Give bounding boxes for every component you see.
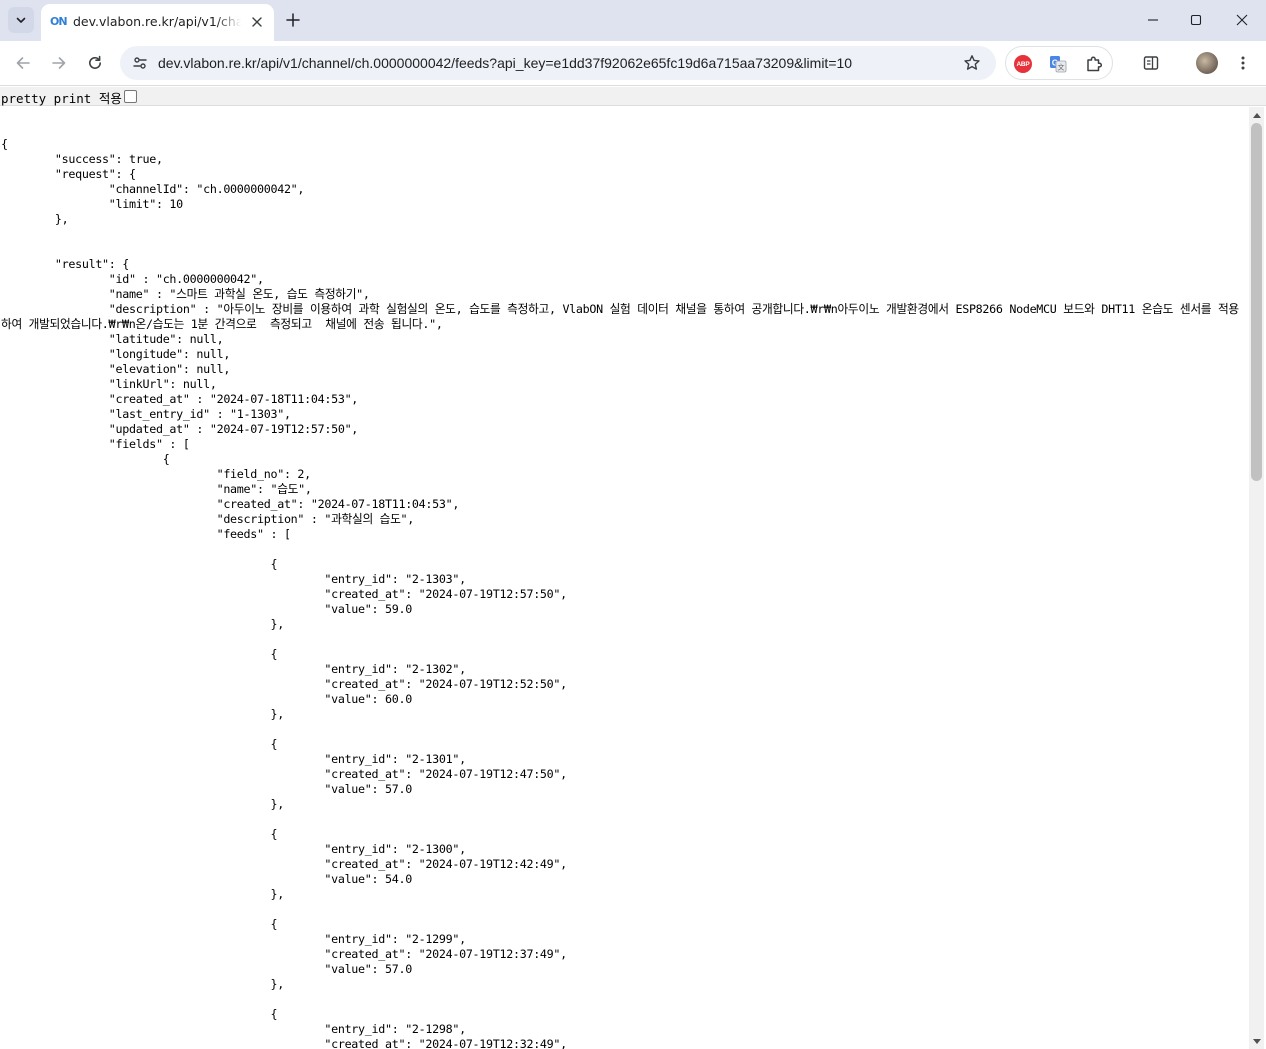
adblock-plus-button[interactable]: ABP — [1013, 54, 1033, 74]
extensions-button[interactable] — [1084, 54, 1104, 74]
close-window-button[interactable] — [1227, 6, 1257, 34]
address-bar[interactable]: dev.vlabon.re.kr/api/v1/channel/ch.00000… — [120, 46, 996, 80]
scrollbar-thumb[interactable] — [1251, 123, 1262, 481]
pretty-print-label: pretty print 적용 — [1, 91, 122, 106]
translate-icon: G文 — [1050, 56, 1067, 73]
reload-icon — [89, 55, 101, 69]
site-info-button[interactable] — [130, 53, 150, 73]
browser-toolbar: dev.vlabon.re.kr/api/v1/channel/ch.00000… — [0, 41, 1266, 86]
reload-button[interactable] — [81, 49, 109, 77]
scroll-down-icon — [1252, 1038, 1261, 1044]
maximize-button[interactable] — [1181, 6, 1211, 34]
site-favicon-icon: ON — [50, 15, 68, 28]
chrome-menu-button[interactable] — [1229, 49, 1257, 77]
adblock-plus-icon: ABP — [1014, 55, 1032, 73]
active-tab[interactable]: ON dev.vlabon.re.kr/api/v1/channel/ch.00… — [41, 4, 274, 41]
json-content: { "success": true, "request": { "channel… — [1, 107, 1247, 1049]
scroll-down-arrow[interactable] — [1249, 1034, 1264, 1049]
pretty-print-bar: pretty print 적용 — [0, 87, 1266, 106]
scroll-up-arrow[interactable] — [1249, 107, 1264, 122]
star-icon — [964, 55, 980, 70]
chevron-down-icon — [15, 11, 27, 30]
close-window-icon — [1236, 14, 1248, 26]
scroll-up-icon — [1252, 112, 1261, 118]
minimize-icon — [1148, 19, 1158, 21]
translate-button[interactable]: G文 — [1048, 54, 1068, 74]
tab-close-button[interactable] — [248, 13, 266, 31]
back-arrow-icon — [16, 57, 30, 69]
side-panel-button[interactable] — [1137, 49, 1165, 77]
close-icon — [252, 17, 262, 27]
bookmark-button[interactable] — [962, 53, 982, 73]
tab-title: dev.vlabon.re.kr/api/v1/channel/ch.00000… — [73, 14, 241, 29]
kebab-menu-icon — [1241, 56, 1245, 70]
minimize-button[interactable] — [1138, 6, 1168, 34]
puzzle-piece-icon — [1087, 56, 1103, 72]
pretty-print-checkbox[interactable] — [124, 90, 137, 103]
new-tab-button[interactable] — [282, 9, 304, 31]
tab-search-button[interactable] — [8, 7, 34, 33]
back-button[interactable] — [9, 49, 37, 77]
vertical-scrollbar[interactable] — [1249, 107, 1264, 1049]
maximize-icon — [1190, 14, 1202, 26]
side-panel-icon — [1143, 56, 1159, 70]
url-text[interactable]: dev.vlabon.re.kr/api/v1/channel/ch.00000… — [158, 55, 852, 71]
page-viewport: pretty print 적용 { "success": true, "requ… — [0, 87, 1266, 1049]
profile-button[interactable] — [1193, 49, 1221, 77]
forward-button[interactable] — [45, 49, 73, 77]
extensions-group: ABP G文 — [1005, 46, 1113, 80]
profile-avatar-icon — [1196, 52, 1218, 74]
svg-text:文: 文 — [1058, 63, 1065, 72]
plus-icon — [286, 13, 300, 27]
site-info-icon — [133, 57, 147, 69]
forward-arrow-icon — [52, 57, 66, 69]
tab-strip: ON dev.vlabon.re.kr/api/v1/channel/ch.00… — [0, 0, 1266, 41]
json-response-text: { "success": true, "request": { "channel… — [1, 137, 1239, 1049]
